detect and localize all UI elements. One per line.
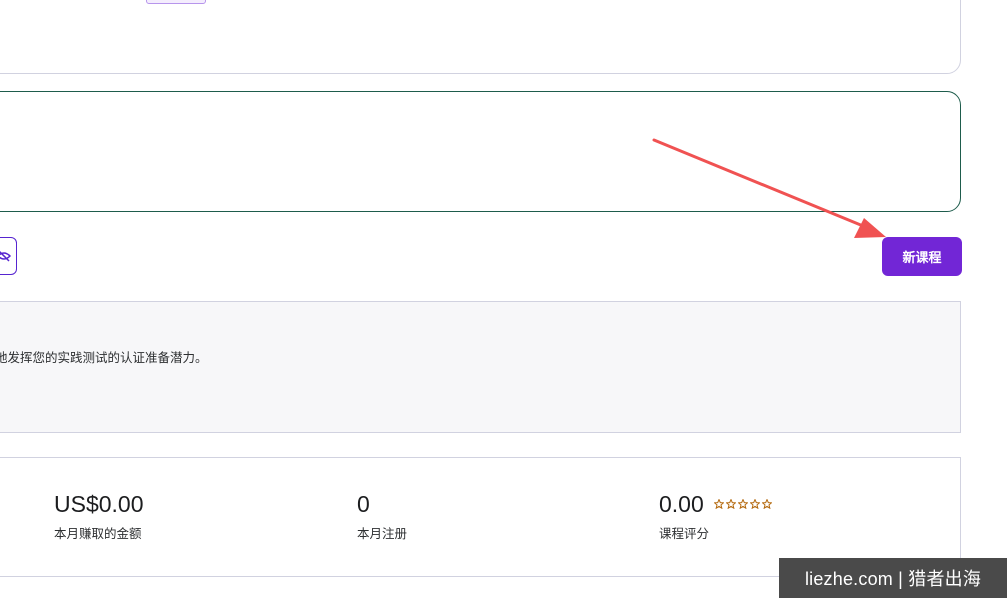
top-card — [0, 0, 961, 74]
stat-earnings-value: US$0.00 — [54, 491, 144, 517]
stat-rating-label: 课程评分 — [659, 526, 710, 541]
star-icon — [761, 499, 772, 509]
eye-icon — [0, 250, 11, 262]
stat-rating-value: 0.00 — [659, 491, 704, 517]
highlight-card — [0, 91, 961, 212]
purple-tag — [146, 0, 206, 4]
stat-rating-row: 0.00 — [659, 491, 772, 517]
stat-rating: 0.00 课程评分 — [659, 491, 772, 542]
star-icon — [713, 499, 724, 509]
stat-earnings-label: 本月赚取的金额 — [54, 526, 142, 541]
stat-enrollments-value: 0 — [357, 491, 370, 517]
info-banner: 地发挥您的实践测试的认证准备潜力。 — [0, 301, 961, 433]
stat-enrollments-label: 本月注册 — [357, 526, 408, 541]
new-course-button[interactable]: 新课程 — [882, 237, 962, 276]
view-toggle-button[interactable] — [0, 237, 17, 275]
star-icon — [749, 499, 760, 509]
watermark: liezhe.com | 猎者出海 — [779, 558, 1007, 598]
star-icon — [725, 499, 736, 509]
instructor-dashboard: 新课程 地发挥您的实践测试的认证准备潜力。 US$0.00 本月赚取的金额 0 … — [0, 0, 1007, 607]
stat-earnings: US$0.00 本月赚取的金额 — [54, 491, 144, 542]
info-banner-text: 地发挥您的实践测试的认证准备潜力。 — [0, 350, 208, 365]
star-icon — [737, 499, 748, 509]
rating-stars — [713, 499, 772, 509]
stat-enrollments: 0 本月注册 — [357, 491, 407, 542]
